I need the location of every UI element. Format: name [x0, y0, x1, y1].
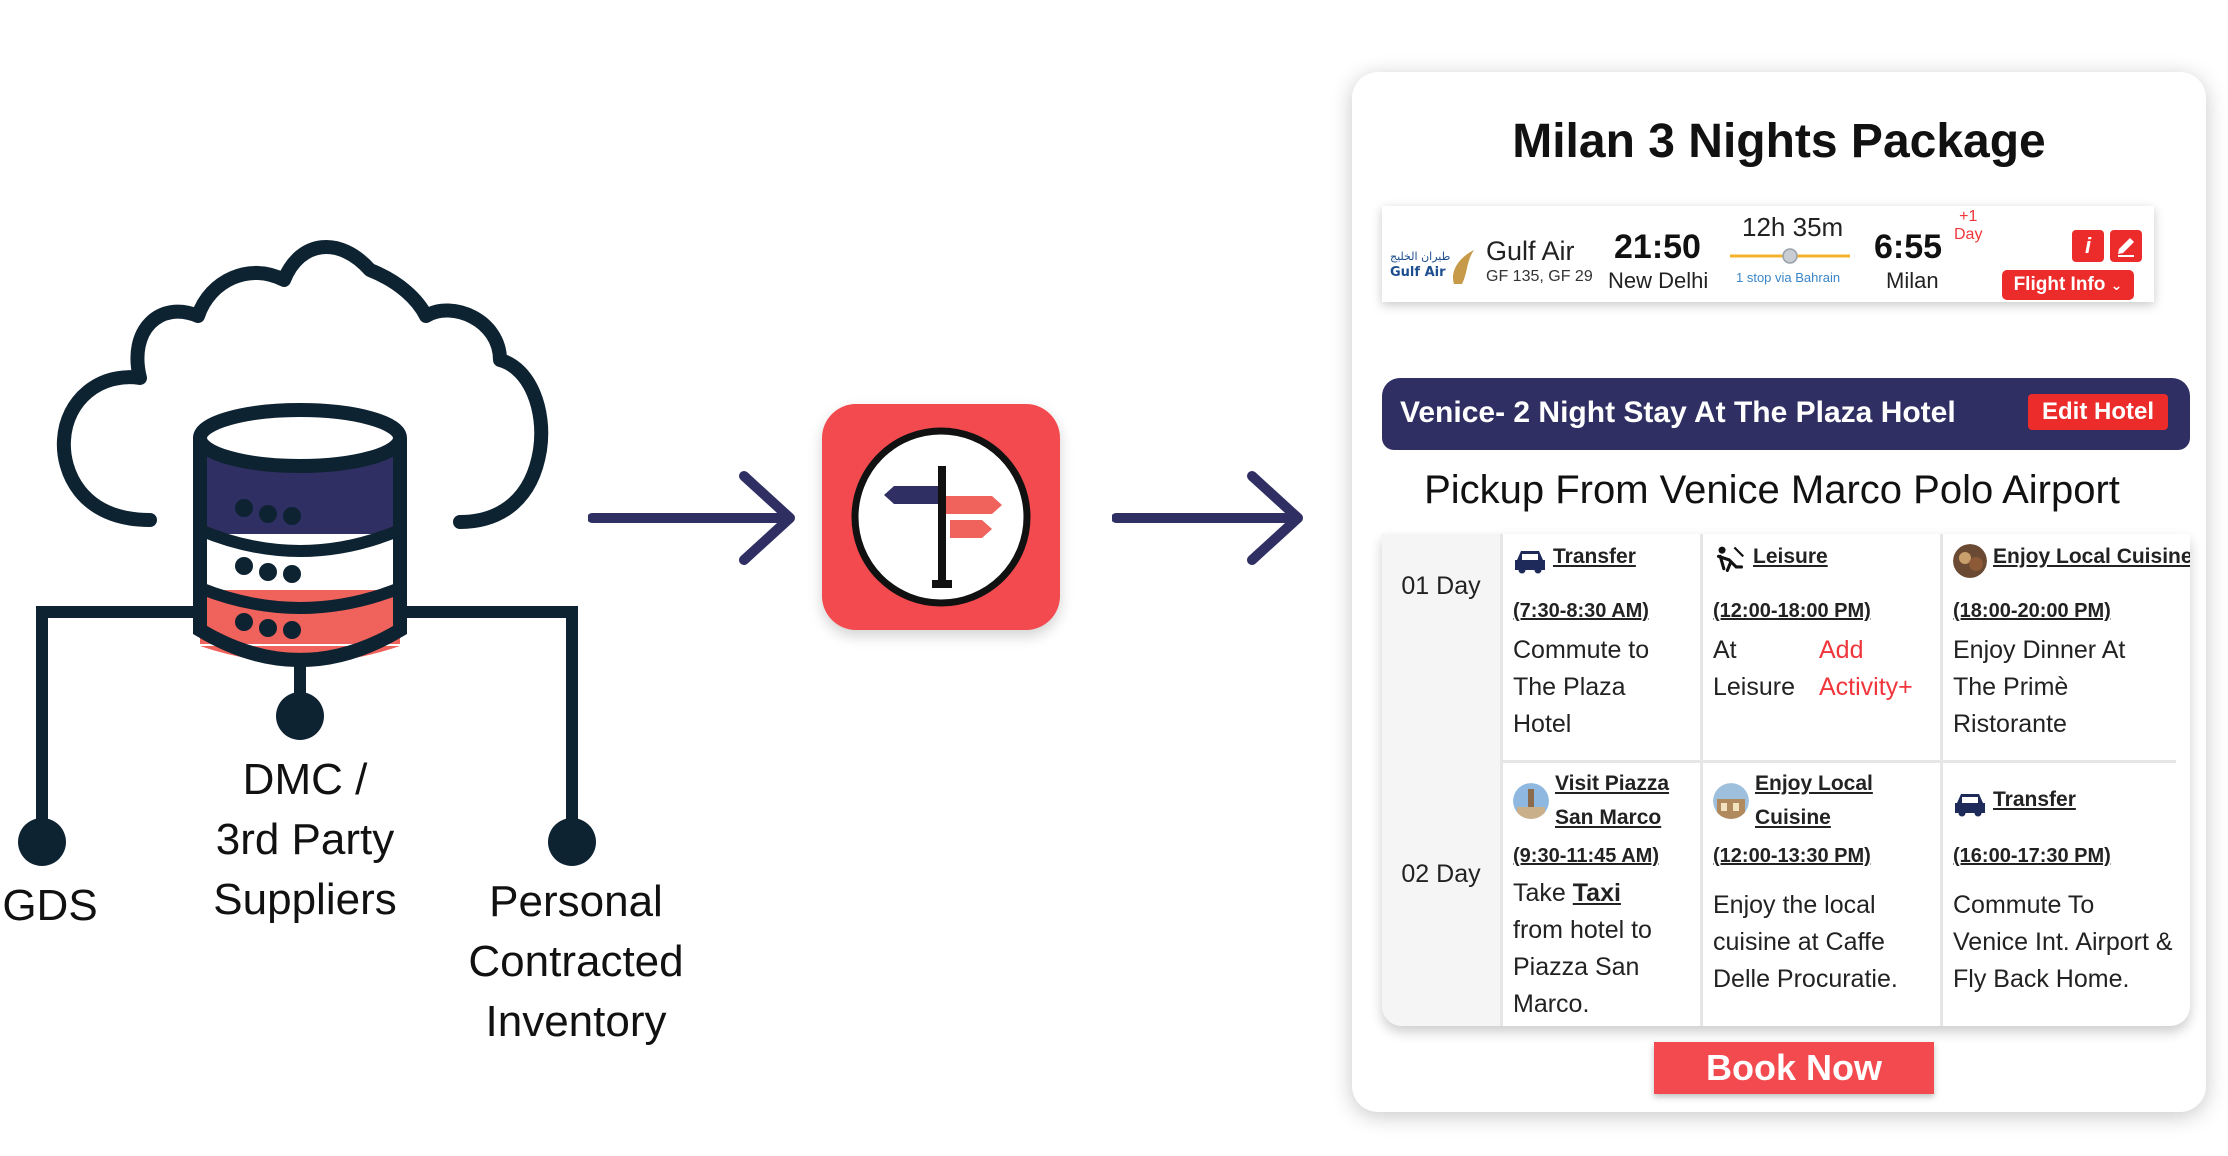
- flight-strip: طيران الخليج Gulf Air Gulf Air GF 135, G…: [1382, 206, 2154, 302]
- activity-card[interactable]: Enjoy Local Cuisine (18:00-20:00 PM) Enj…: [1940, 534, 2190, 760]
- activity-card[interactable]: Transfer (7:30-8:30 AM) Commute to The P…: [1500, 534, 1703, 760]
- activity-time: (9:30-11:45 AM): [1513, 845, 1659, 867]
- activity-title[interactable]: Enjoy Local Cuisine: [1993, 542, 2190, 572]
- arrow-right-icon: [1112, 471, 1303, 565]
- cuisine-photo: [1713, 783, 1749, 819]
- route-line-icon: [1730, 248, 1850, 264]
- edit-hotel-button[interactable]: Edit Hotel: [2028, 394, 2168, 430]
- airline-logo: طيران الخليج Gulf Air: [1390, 250, 1474, 284]
- package-title: Milan 3 Nights Package: [1512, 115, 2046, 168]
- personal-inventory-label: Personal Contracted Inventory: [468, 877, 684, 1046]
- activity-time: (7:30-8:30 AM): [1513, 600, 1649, 622]
- info-icon[interactable]: i: [2072, 230, 2104, 262]
- activity-description: Enjoy Dinner At The Primè Ristorante: [1953, 636, 2126, 738]
- activity-description: At Leisure: [1713, 636, 1795, 701]
- activity-description: Commute to The Plaza Hotel: [1513, 636, 1650, 738]
- activity-time: (12:00-18:00 PM): [1713, 600, 1871, 622]
- activity-title[interactable]: Visit Piazza San Marco: [1555, 767, 1669, 835]
- arrival-time: 6:55: [1874, 228, 1943, 266]
- day-label: 02 Day: [1401, 860, 1481, 888]
- day-offset: +1 Day: [1954, 208, 1983, 243]
- activity-time: (16:00-17:30 PM): [1953, 845, 2111, 867]
- svg-text:Gulf Air: Gulf Air: [1390, 265, 1446, 280]
- book-now-button[interactable]: Book Now: [1654, 1042, 1934, 1094]
- car-icon: [1515, 551, 1545, 574]
- day-column: [1382, 534, 1500, 1026]
- flight-duration: 12h 35m: [1742, 212, 1844, 242]
- activity-description: Commute To Venice Int. Airport & Fly Bac…: [1953, 891, 2173, 993]
- package-card: Milan 3 Nights Package طيران الخليج Gulf…: [1352, 72, 2206, 1112]
- car-icon: [1955, 794, 1985, 817]
- pickup-title: Pickup From Venice Marco Polo Airport: [1424, 468, 2120, 512]
- activity-title[interactable]: Enjoy Local Cuisine: [1755, 767, 1873, 835]
- chevron-down-icon: ⌄: [2110, 277, 2123, 293]
- activity-title[interactable]: Leisure: [1753, 542, 1828, 572]
- dmc-label: DMC / 3rd Party Suppliers: [213, 755, 397, 924]
- hotel-title: Venice- 2 Night Stay At The Plaza Hotel: [1400, 396, 1956, 429]
- svg-text:طيران الخليج: طيران الخليج: [1390, 250, 1451, 263]
- itinerary-grid: 01 Day 02 Day Transfer (7:30-8:30 AM) Co…: [1382, 534, 2190, 1026]
- taxi-link[interactable]: Taxi: [1573, 879, 1621, 907]
- activity-time: (12:00-13:30 PM): [1713, 845, 1871, 867]
- activity-card[interactable]: Enjoy Local Cuisine (12:00-13:30 PM) Enj…: [1700, 763, 1943, 1026]
- data-sources-diagram: GDS DMC / 3rd Party Suppliers Personal C…: [0, 0, 760, 1156]
- gds-label: GDS: [2, 881, 98, 930]
- arrow-right-icon: [588, 471, 795, 565]
- day-label: 01 Day: [1401, 572, 1481, 600]
- activity-card[interactable]: Leisure (12:00-18:00 PM) At Leisure Add …: [1700, 534, 1943, 760]
- flight-codes: GF 135, GF 29: [1486, 268, 1593, 285]
- activity-description: Take Taxi from hotel to Piazza San Marco…: [1513, 879, 1652, 1018]
- flight-info-button[interactable]: Flight Info ⌄: [2002, 270, 2134, 300]
- signpost-icon: [851, 427, 1031, 607]
- departure-time: 21:50: [1614, 228, 1701, 266]
- activity-time: (18:00-20:00 PM): [1953, 600, 2111, 622]
- departure-city: New Delhi: [1608, 268, 1709, 293]
- activity-title[interactable]: Transfer: [1553, 542, 1636, 572]
- add-activity-link[interactable]: Add Activity+: [1819, 632, 1913, 706]
- activity-description: Enjoy the local cuisine at Caffe Delle P…: [1713, 891, 1898, 993]
- relax-icon: [1716, 546, 1745, 573]
- activity-card[interactable]: Visit Piazza San Marco (9:30-11:45 AM) T…: [1500, 763, 1703, 1026]
- arrival-city: Milan: [1886, 268, 1939, 293]
- app-logo: [822, 404, 1060, 630]
- hotel-header: Venice- 2 Night Stay At The Plaza Hotel …: [1382, 378, 2190, 450]
- food-photo: [1953, 544, 1987, 578]
- stop-info: 1 stop via Bahrain: [1736, 270, 1841, 285]
- activity-card[interactable]: Transfer (16:00-17:30 PM) Commute To Ven…: [1940, 763, 2190, 1026]
- pencil-icon-glyph: [2118, 238, 2134, 257]
- piazza-photo: [1513, 783, 1549, 819]
- pencil-icon[interactable]: [2110, 230, 2142, 262]
- activity-title[interactable]: Transfer: [1993, 785, 2076, 815]
- airline-name: Gulf Air: [1486, 236, 1575, 266]
